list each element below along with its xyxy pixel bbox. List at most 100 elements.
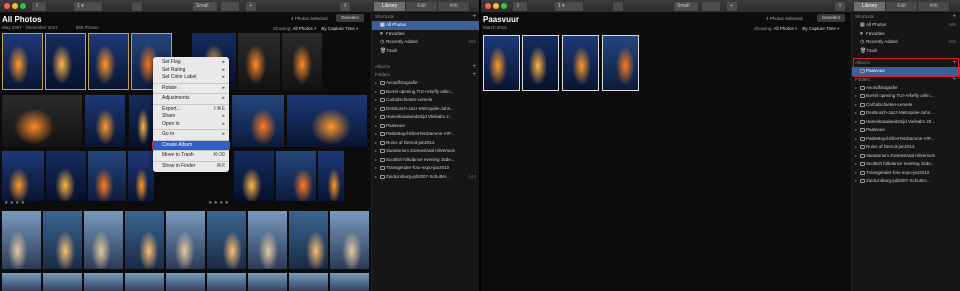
menu-item-show-in-finder[interactable]: Show in Finder ⌘R (153, 163, 229, 171)
tab-library[interactable]: Library (854, 2, 886, 11)
tab-edit[interactable]: Edit (406, 2, 438, 11)
rating-stars-icon[interactable]: ★★★★ (208, 200, 230, 206)
disclosure-arrow-icon[interactable]: ▸ (855, 177, 857, 186)
photo-thumbnail[interactable] (248, 211, 287, 269)
deselect-button[interactable]: Deselect (817, 14, 845, 22)
grid-size-button[interactable]: 1 ▾ (74, 2, 102, 11)
disclosure-arrow-icon[interactable]: ▸ (855, 84, 857, 93)
photo-thumbnail[interactable] (289, 211, 328, 269)
sidebar-item-all-photos[interactable]: ▦ All Photos 585 (372, 21, 479, 30)
share-icon[interactable]: ⇪ (835, 2, 845, 11)
folder-item[interactable]: ▸ Borrel opening TUI-Arkefly airlin... (372, 88, 479, 97)
tab-edit[interactable]: Edit (886, 2, 918, 11)
photo-thumbnail[interactable] (318, 151, 344, 201)
menu-item-move-to-trash[interactable]: Move to Trash ⌘⌫ (153, 152, 229, 160)
disclosure-arrow-icon[interactable]: ▸ (375, 79, 377, 88)
folder-item[interactable]: ▸ Ruins of Detroit-jan2012 (372, 139, 479, 148)
folder-item[interactable]: ▸ Hanenkraaiwedstrijd Vlelsalm 2... (372, 113, 479, 122)
disclosure-arrow-icon[interactable]: ▸ (375, 130, 377, 139)
disclosure-arrow-icon[interactable]: ▸ (375, 113, 377, 122)
menu-item-export[interactable]: Export... ⇧⌘E (153, 106, 229, 114)
sidebar-item-recently-added[interactable]: ◷ Recently Added 585 (372, 38, 479, 47)
sort-select[interactable]: By Capture Time (802, 26, 836, 31)
disclosure-arrow-icon[interactable]: ▸ (375, 147, 377, 156)
photo-thumbnail[interactable] (483, 35, 520, 91)
menu-item-go-to[interactable]: Go to ▸ (153, 131, 229, 139)
folder-item[interactable]: ▸ Sanatorium Zonnestraal Hilversum (852, 152, 960, 161)
folder-item[interactable]: ▸ DenBosch-Jazz-Metropole-John... (852, 109, 960, 118)
photo-thumbnail[interactable] (2, 211, 41, 269)
menu-item-set-color-label[interactable]: Set Color Label ▸ (153, 74, 229, 82)
zoom-select[interactable]: Small (674, 2, 698, 11)
disclosure-arrow-icon[interactable]: ▸ (855, 169, 857, 178)
photo-thumbnail[interactable] (330, 211, 369, 269)
disclosure-arrow-icon[interactable]: ▸ (375, 156, 377, 165)
menu-item-adjustments[interactable]: Adjustments ▸ (153, 95, 229, 103)
photo-thumbnail[interactable] (166, 273, 205, 291)
photo-thumbnail[interactable] (238, 33, 280, 90)
photo-thumbnail[interactable] (248, 273, 287, 291)
menu-item-create-album[interactable]: Create Album (152, 140, 230, 150)
sidebar-item-trash[interactable]: 🗑 Trash (372, 47, 479, 56)
folder-item[interactable]: ▸ Paasvuur (372, 122, 479, 131)
photo-thumbnail[interactable] (125, 211, 164, 269)
menu-item-rotate[interactable]: Rotate ▸ (153, 85, 229, 93)
folder-item[interactable]: ▸ ZuidLimburg-juli2007-Schutter... (852, 177, 960, 186)
sidebar-item-recently-added[interactable]: ◷ Recently Added 585 (852, 38, 960, 47)
photo-thumbnail[interactable] (45, 33, 86, 90)
layout-button[interactable] (221, 2, 239, 11)
menu-item-share[interactable]: Share ▸ (153, 113, 229, 121)
disclosure-arrow-icon[interactable]: ▸ (375, 173, 377, 182)
deselect-button[interactable]: Deselect (336, 14, 364, 22)
photo-thumbnail[interactable] (287, 95, 367, 147)
folder-item[interactable]: ▸ Avondfotografie (852, 84, 960, 93)
disclosure-arrow-icon[interactable]: ▸ (855, 160, 857, 169)
photo-thumbnail[interactable] (85, 95, 125, 147)
photo-thumbnail[interactable] (207, 211, 246, 269)
folder-item[interactable]: ▸ Avondfotografie (372, 79, 479, 88)
disclosure-arrow-icon[interactable]: ▸ (375, 105, 377, 114)
photo-thumbnail[interactable] (84, 211, 123, 269)
zoom-window-button[interactable] (20, 3, 26, 9)
disclosure-arrow-icon[interactable]: ▸ (375, 122, 377, 131)
tab-library[interactable]: Library (374, 2, 406, 11)
sidebar-item-favorites[interactable]: ♥ Favorites (372, 30, 479, 39)
disclosure-arrow-icon[interactable]: ▸ (855, 101, 857, 110)
zoom-window-button[interactable] (501, 3, 507, 9)
menu-item-set-rating[interactable]: Set Rating ▸ (153, 67, 229, 75)
sidebar-item-trash[interactable]: 🗑 Trash (852, 47, 960, 56)
grid-size-button[interactable]: 1 ▾ (555, 2, 583, 11)
disclosure-arrow-icon[interactable]: ▸ (855, 92, 857, 101)
photo-thumbnail[interactable] (88, 33, 129, 90)
photo-thumbnail[interactable] (289, 273, 328, 291)
photo-thumbnail[interactable] (234, 151, 274, 201)
photo-thumbnail[interactable] (562, 35, 599, 91)
photo-thumbnail[interactable] (522, 35, 559, 91)
photo-thumbnail[interactable] (128, 151, 154, 201)
share-icon[interactable]: ⇪ (340, 2, 350, 11)
add-icon[interactable]: + (727, 2, 737, 11)
folder-item[interactable]: ▸ ZuidLimburg-juli2007-Schutter... 144 (372, 173, 479, 182)
disclosure-arrow-icon[interactable]: ▸ (855, 135, 857, 144)
close-window-button[interactable] (485, 3, 491, 9)
sidebar-toggle-icon[interactable] (613, 2, 623, 11)
photo-thumbnail[interactable] (207, 273, 246, 291)
close-window-button[interactable] (4, 3, 10, 9)
photo-thumbnail[interactable] (43, 273, 82, 291)
folder-item[interactable]: ▸ Transgender-foto-expo-jan2010 (852, 169, 960, 178)
disclosure-arrow-icon[interactable]: ▸ (375, 96, 377, 105)
photo-thumbnail[interactable] (602, 35, 639, 91)
tab-info[interactable]: Info (918, 2, 950, 11)
photo-thumbnail[interactable] (166, 211, 205, 269)
folder-item[interactable]: ▸ PattieBoyd-EllenTenDamme-VIP... (852, 135, 960, 144)
photo-thumbnail[interactable] (43, 211, 82, 269)
disclosure-arrow-icon[interactable]: ▸ (855, 109, 857, 118)
folder-item[interactable]: ▸ Transgender-foto-expo-jan2010 (372, 164, 479, 173)
disclosure-arrow-icon[interactable]: ▸ (375, 88, 377, 97)
add-icon[interactable]: + (246, 2, 256, 11)
photo-thumbnail[interactable] (282, 33, 322, 90)
menu-item-open-in[interactable]: Open in ▸ (153, 121, 229, 129)
folder-item[interactable]: ▸ Hanenkraaiwedstrijd Vielsalm 20... (852, 118, 960, 127)
folder-item[interactable]: ▸ Ruins of Detroit-jan2012 (852, 143, 960, 152)
folder-item[interactable]: ▸ Borrel opening TUI-Arkefly airlin... (852, 92, 960, 101)
